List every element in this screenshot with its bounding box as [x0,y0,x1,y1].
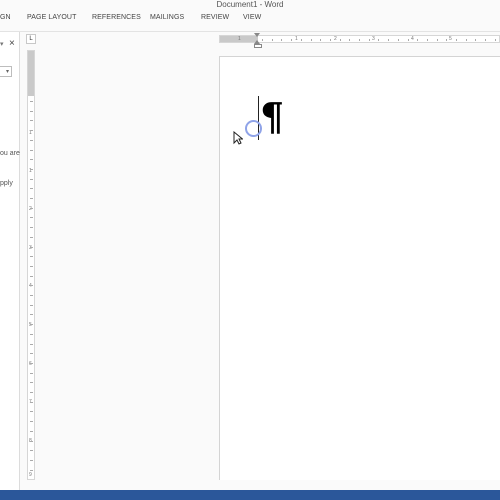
horizontal-ruler-tick [426,39,428,41]
vertical-ruler-tick [30,168,33,170]
vertical-ruler-tick [30,421,33,423]
vertical-ruler-tick [30,459,33,461]
vertical-ruler-tick [30,285,33,287]
mouse-pointer-icon [233,131,243,145]
vertical-ruler-tick [30,246,33,248]
dropdown-arrow-icon[interactable]: ▾ [0,41,4,49]
vertical-ruler-tick [30,149,33,151]
vertical-ruler-tick [30,256,33,258]
tab-references[interactable]: REFERENCES [92,14,141,21]
horizontal-ruler-tick [262,39,263,41]
vertical-ruler-tick [30,430,33,432]
horizontal-ruler-number: 2 [334,36,337,42]
horizontal-ruler-tick [368,39,370,41]
horizontal-ruler-tick [436,39,438,41]
horizontal-ruler-tick [271,39,273,41]
vertical-ruler-number: 1 [29,130,32,136]
vertical-ruler-tick [30,314,33,316]
vertical-ruler-tick [30,101,33,102]
tab-design[interactable]: GN [0,14,11,21]
horizontal-ruler-tick [349,39,351,41]
vertical-ruler-tick [30,353,33,355]
vertical-ruler-tick [30,130,33,132]
vertical-ruler-tick [30,304,33,306]
chevron-down-icon: ▾ [5,69,9,75]
vertical-ruler-tick [30,411,33,413]
vertical-ruler-tick [30,372,33,374]
vertical-ruler-tick [30,469,33,471]
left-indent-marker[interactable] [254,44,262,48]
vertical-ruler-tick [30,110,33,112]
vertical-ruler-tick [30,382,33,384]
horizontal-ruler-tick [417,39,419,41]
vertical-ruler-tick [30,333,33,335]
horizontal-ruler-tick [291,39,293,41]
vertical-ruler-tick [30,217,33,219]
horizontal-ruler-tick [456,39,457,41]
horizontal-ruler-tick [485,39,487,41]
vertical-ruler-tick [30,324,33,326]
horizontal-ruler-tick [310,39,312,41]
tab-selector-button[interactable]: L [26,34,36,44]
vertical-ruler-tick [30,275,33,277]
horizontal-ruler-tick [494,39,496,41]
horizontal-ruler-number: 4 [411,36,414,42]
ribbon-tabs: GN PAGE LAYOUT REFERENCES MAILINGS REVIE… [0,14,500,26]
vertical-ruler-tick [30,295,33,296]
vertical-ruler-tick [30,343,33,345]
vertical-ruler-top-margin [28,51,34,96]
horizontal-ruler-tick [465,39,467,41]
paragraph-mark: ¶ [260,94,285,139]
vertical-ruler-tick [30,450,33,452]
vertical-ruler-tick [30,178,33,180]
title-bar: Document1 - Word [0,0,500,10]
vertical-ruler-tick [30,188,33,190]
pane-dropdown[interactable]: ▾ [0,66,12,77]
horizontal-ruler-tick [397,39,399,41]
vertical-ruler[interactable]: 1 1 2 3 4 5 6 7 8 9 [27,50,35,480]
vertical-ruler-tick [30,265,33,267]
vertical-ruler-tick [30,159,33,161]
pane-text-line-2: pply [0,180,13,187]
vertical-ruler-tick [30,440,33,442]
vertical-ruler-tick [30,236,33,238]
vertical-ruler-tick [30,401,33,403]
horizontal-ruler-tick [388,39,390,41]
window-title: Document1 - Word [216,0,284,9]
tab-view[interactable]: VIEW [243,14,261,21]
horizontal-ruler-tick [475,39,477,41]
vertical-ruler-tick [30,392,33,393]
horizontal-ruler-number: 1 [238,36,241,42]
task-pane: ▾ × ▾ ou are pply [0,32,20,490]
horizontal-ruler-tick [359,39,360,41]
vertical-ruler-tick [30,207,33,209]
tab-mailings[interactable]: MAILINGS [150,14,184,21]
horizontal-ruler-number: 1 [295,36,298,42]
close-icon[interactable]: × [9,39,15,49]
horizontal-ruler-tick [339,39,341,41]
vertical-ruler-tick [30,139,33,141]
ribbon-divider [0,31,500,32]
vertical-ruler-tick [30,198,33,199]
status-bar [0,490,500,500]
tab-review[interactable]: REVIEW [201,14,229,21]
horizontal-ruler-tick [378,39,380,41]
vertical-ruler-tick [30,227,33,229]
vertical-ruler-tick [30,362,33,364]
horizontal-ruler-tick [407,39,409,41]
horizontal-ruler-number: 3 [372,36,375,42]
pane-text-line-1: ou are [0,150,20,157]
vertical-ruler-tick [30,120,33,122]
click-indicator [245,120,262,137]
horizontal-ruler-number: 5 [449,36,452,42]
horizontal-ruler-tick [320,39,322,41]
vertical-ruler-number: 9 [29,472,32,478]
horizontal-ruler-tick [329,39,331,41]
horizontal-ruler-tick [281,39,283,41]
horizontal-ruler-tick [300,39,302,41]
tab-page-layout[interactable]: PAGE LAYOUT [27,14,76,21]
first-line-indent-marker[interactable] [254,33,260,37]
horizontal-ruler-tick [446,39,448,41]
horizontal-ruler[interactable]: 1 1 2 3 4 5 [219,35,500,43]
